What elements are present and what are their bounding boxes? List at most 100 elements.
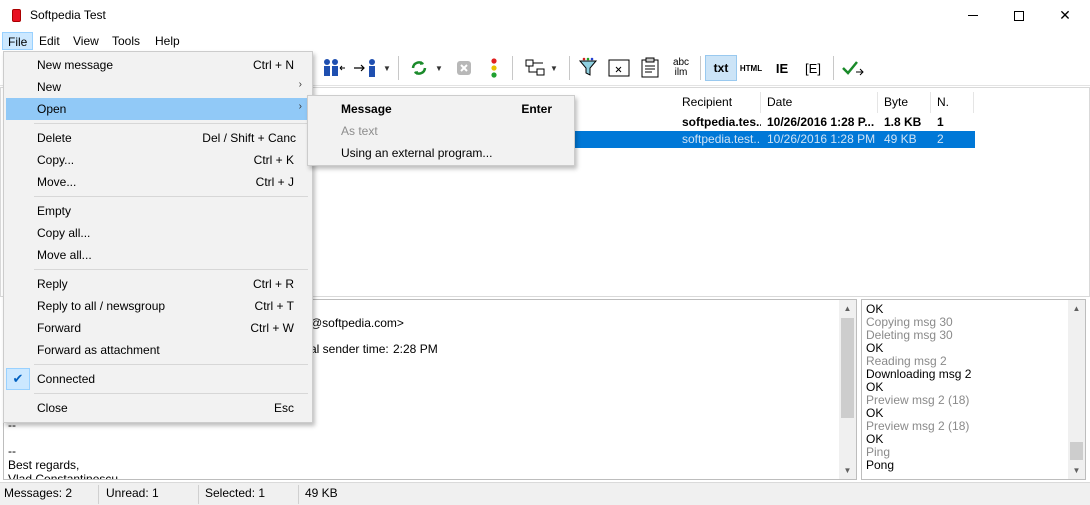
menu-item-label: Connected — [37, 372, 96, 386]
menu-view[interactable]: View — [68, 32, 104, 50]
row2-recipient[interactable]: softpedia.test... — [677, 131, 761, 148]
stop-icon — [457, 61, 471, 75]
submenu-item-message[interactable]: Message Enter — [310, 98, 572, 120]
toolbar-separator — [398, 56, 399, 80]
stop-button[interactable] — [452, 55, 476, 81]
scroll-down-icon[interactable]: ▼ — [839, 462, 856, 479]
filter-button[interactable] — [575, 55, 601, 81]
menu-item-move-all[interactable]: Move all... — [6, 244, 310, 266]
ie-view-button[interactable]: IE — [770, 55, 794, 81]
submenu-item-external-program[interactable]: Using an external program... — [310, 142, 572, 164]
refresh-button[interactable]: ▼ — [405, 55, 447, 81]
menu-item-reply[interactable]: Reply Ctrl + R — [6, 273, 310, 295]
menu-item-new-message[interactable]: New message Ctrl + N — [6, 54, 310, 76]
scroll-thumb[interactable] — [841, 318, 854, 418]
spellcheck-label-bottom: ilm — [674, 67, 688, 78]
minimize-button[interactable] — [950, 0, 996, 31]
status-unread: Unread: 1 — [106, 486, 159, 500]
menu-item-forward-attachment[interactable]: Forward as attachment — [6, 339, 310, 361]
menu-item-connected[interactable]: ✔ Connected — [6, 368, 310, 390]
menu-item-empty[interactable]: Empty — [6, 200, 310, 222]
menu-item-delete[interactable]: Delete Del / Shift + Canc — [6, 127, 310, 149]
menu-item-label: Move all... — [37, 248, 92, 262]
row1-date[interactable]: 10/26/2016 1:28 P... — [762, 114, 878, 131]
submenu-item-label: As text — [341, 124, 378, 138]
status-selected: Selected: 1 — [205, 486, 266, 500]
log-line: OK — [866, 406, 884, 420]
menu-item-label: Copy all... — [37, 226, 91, 240]
menu-item-copy-all[interactable]: Copy all... — [6, 222, 310, 244]
preview-line: al sender time: — [310, 342, 389, 356]
chevron-right-icon: › — [298, 79, 302, 90]
log-pane[interactable]: OK Copying msg 30 Deleting msg 30 OK Reading… — [861, 299, 1086, 480]
row1-recipient[interactable]: softpedia.tes... — [677, 114, 761, 131]
tree-layout-button[interactable]: ▼ — [519, 55, 563, 81]
scroll-thumb[interactable] — [1070, 442, 1083, 460]
scroll-up-icon[interactable]: ▲ — [1068, 300, 1085, 317]
menu-item-label: Copy... — [37, 153, 75, 167]
column-header-n[interactable]: N. — [932, 92, 974, 113]
title-bar: Softpedia Test ✕ — [0, 0, 1090, 31]
window-title: Softpedia Test — [30, 8, 106, 22]
scroll-down-icon[interactable]: ▼ — [1068, 462, 1085, 479]
preview-scrollbar[interactable]: ▲ ▼ — [839, 300, 856, 479]
menu-edit[interactable]: Edit — [34, 32, 65, 50]
column-header-date[interactable]: Date — [762, 92, 878, 113]
spellcheck-button[interactable]: abc ilm — [667, 55, 695, 81]
txt-view-button[interactable]: txt — [705, 55, 737, 81]
maximize-button[interactable] — [996, 0, 1042, 31]
log-line: OK — [866, 432, 884, 446]
scroll-up-icon[interactable]: ▲ — [839, 300, 856, 317]
log-line: Pong — [866, 458, 895, 472]
close-icon: ✕ — [1059, 7, 1071, 23]
filter-icon — [578, 57, 598, 76]
properties-icon — [641, 57, 659, 78]
menu-item-label: Close — [37, 401, 68, 415]
html-view-button[interactable]: HTML — [738, 55, 764, 81]
tree-layout-icon — [525, 59, 545, 76]
menu-item-label: Open — [37, 102, 67, 116]
menu-item-copy[interactable]: Copy... Ctrl + K — [6, 149, 310, 171]
send-to-icon — [354, 59, 376, 77]
log-line: Preview msg 2 (18) — [866, 419, 970, 433]
status-separator — [298, 485, 299, 504]
menu-item-move[interactable]: Move... Ctrl + J — [6, 171, 310, 193]
row1-n[interactable]: 1 — [932, 114, 974, 131]
menu-item-open[interactable]: Open › — [6, 98, 310, 120]
menu-item-shortcut: Ctrl + T — [254, 299, 294, 313]
clear-button[interactable] — [606, 55, 632, 81]
column-header-recipient[interactable]: Recipient — [677, 92, 761, 113]
toolbar-separator — [569, 56, 570, 80]
menu-help[interactable]: Help — [150, 32, 185, 50]
traffic-light-button[interactable] — [482, 55, 506, 81]
menu-item-label: Forward as attachment — [37, 343, 160, 357]
menu-item-shortcut: Ctrl + R — [252, 277, 294, 291]
chevron-down-icon: ▼ — [550, 63, 558, 73]
row2-date[interactable]: 10/26/2016 1:28 PM — [762, 131, 878, 148]
log-line: Ping — [866, 445, 891, 459]
menu-file[interactable]: File — [2, 32, 34, 50]
menu-item-new[interactable]: New › — [6, 76, 310, 98]
close-button[interactable]: ✕ — [1042, 0, 1088, 31]
toolbar-separator — [833, 56, 834, 80]
menu-item-shortcut: Ctrl + N — [252, 58, 294, 72]
row1-byte[interactable]: 1.8 KB — [879, 114, 931, 131]
submenu-item-as-text[interactable]: As text — [310, 120, 572, 142]
log-scrollbar[interactable]: ▲ ▼ — [1068, 300, 1085, 479]
menu-item-label: Forward — [37, 321, 82, 335]
open-submenu: Message Enter As text Using an external … — [307, 95, 575, 166]
toolbar-separator — [700, 56, 701, 80]
send-to-button[interactable]: ▼ — [352, 55, 392, 81]
source-view-button[interactable]: [E] — [800, 55, 826, 81]
column-header-byte[interactable]: Byte — [879, 92, 931, 113]
menu-item-forward[interactable]: Forward Ctrl + W — [6, 317, 310, 339]
row2-byte[interactable]: 49 KB — [879, 131, 931, 148]
menu-item-reply-all[interactable]: Reply to all / newsgroup Ctrl + T — [6, 295, 310, 317]
properties-button[interactable] — [637, 55, 663, 81]
row2-n[interactable]: 2 — [932, 131, 974, 148]
check-send-button[interactable] — [840, 55, 866, 81]
participants-button[interactable] — [318, 55, 348, 81]
menu-tools[interactable]: Tools — [107, 32, 145, 50]
menu-item-close[interactable]: Close Esc — [6, 397, 310, 419]
chevron-down-icon: ▼ — [383, 63, 391, 73]
